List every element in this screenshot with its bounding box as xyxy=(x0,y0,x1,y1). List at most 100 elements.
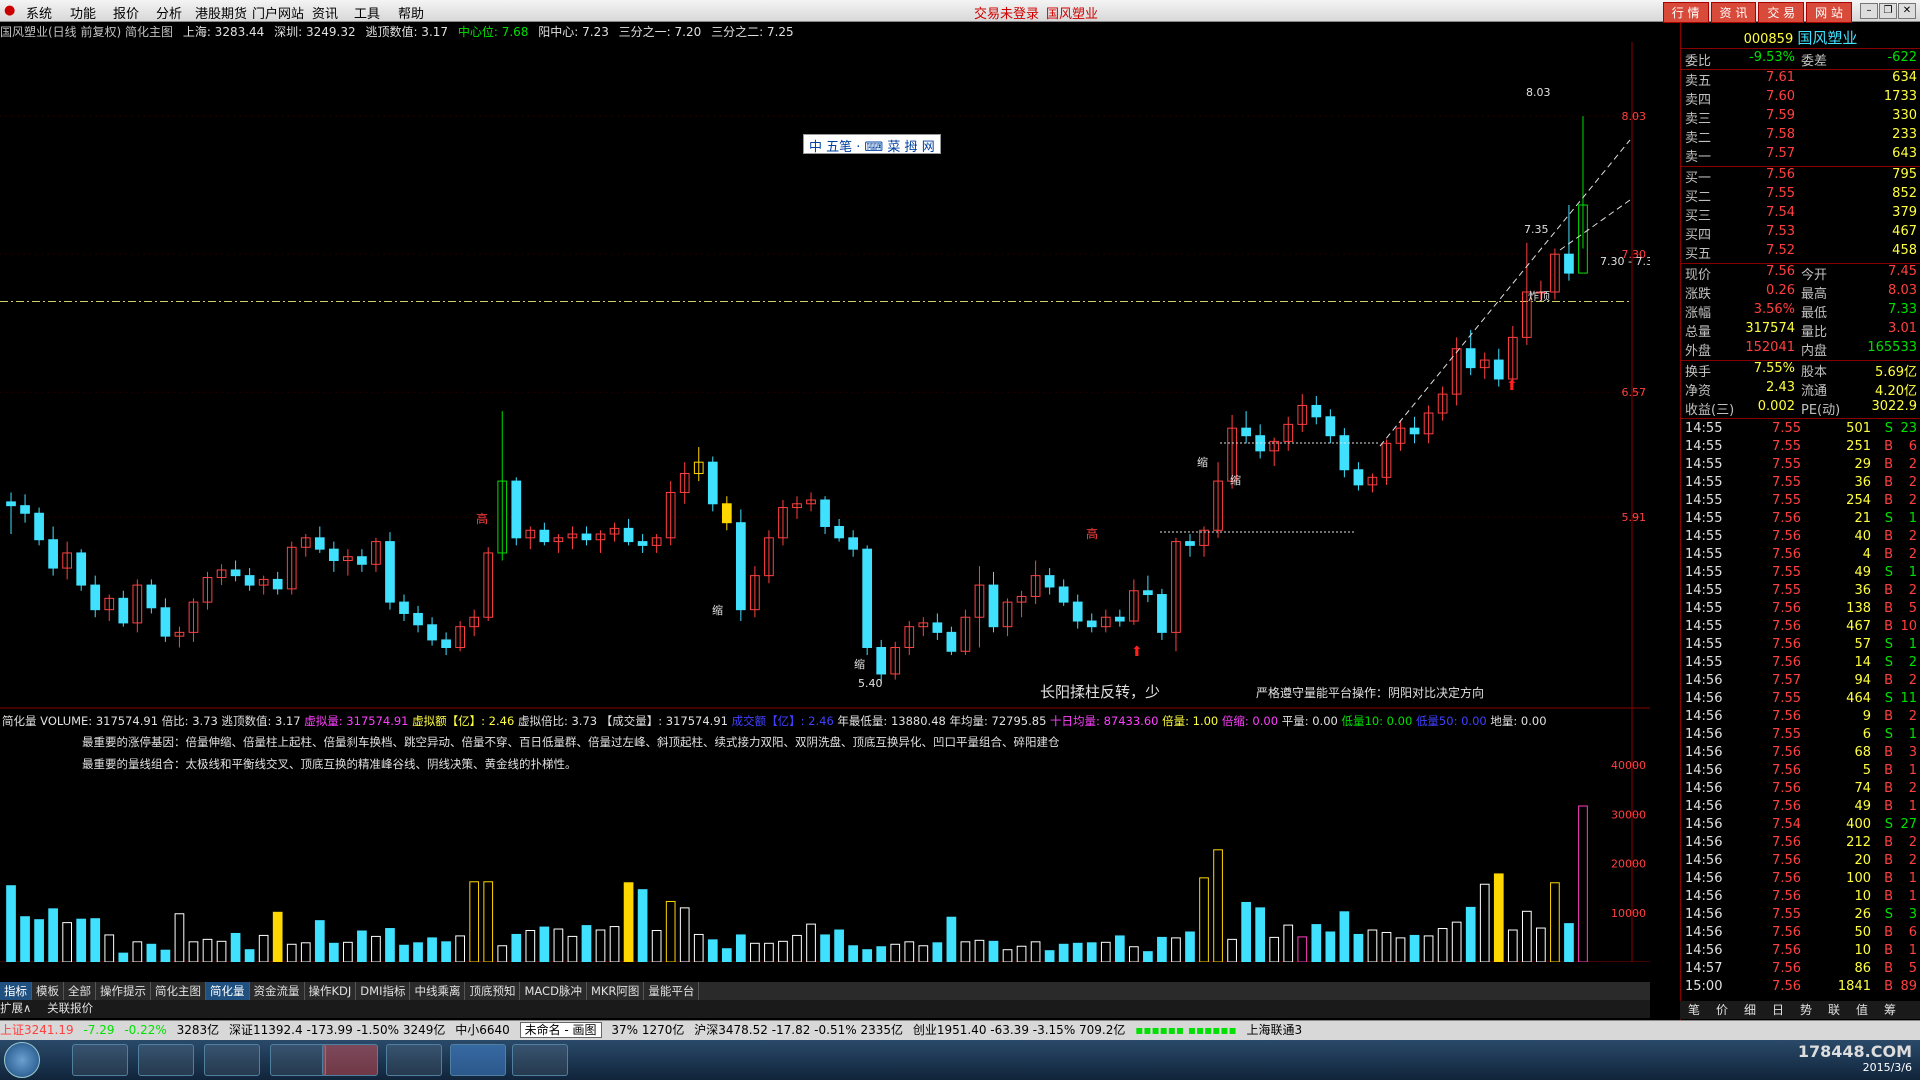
tab-all[interactable]: 全部 xyxy=(64,982,96,1000)
folder-icon[interactable] xyxy=(270,1044,326,1076)
quote-panel-tab[interactable]: 势 xyxy=(1792,1001,1820,1018)
quote-row[interactable]: 涨幅 3.56% 最低 7.33 xyxy=(1681,302,1920,321)
tab-fund-flow[interactable]: 资金流量 xyxy=(250,982,305,1000)
close-icon[interactable]: ✕ xyxy=(1898,3,1916,19)
restore-icon[interactable]: ❐ xyxy=(1879,3,1897,19)
clock[interactable]: 2015/3/6 xyxy=(1798,1061,1912,1074)
paint-icon[interactable] xyxy=(512,1044,568,1076)
tab-simple-main[interactable]: 简化主图 xyxy=(151,982,206,1000)
tab-macd[interactable]: MACD脉冲 xyxy=(520,982,587,1000)
buy-row[interactable]: 买一 7.56 795 xyxy=(1681,167,1920,186)
tick-row[interactable]: 14:55 7.55 36 B 2 xyxy=(1681,475,1920,493)
ie-icon[interactable] xyxy=(72,1044,128,1076)
kline-chart[interactable]: 8.037.306.575.91400003000020000100002014… xyxy=(0,42,1650,962)
news-button[interactable]: 资 讯 xyxy=(1710,2,1757,23)
tick-row[interactable]: 14:57 7.56 86 B 5 xyxy=(1681,961,1920,979)
tick-row[interactable]: 14:55 7.56 57 S 1 xyxy=(1681,637,1920,655)
tick-row[interactable]: 14:56 7.56 10 B 1 xyxy=(1681,889,1920,907)
trade-button[interactable]: 交 易 xyxy=(1758,2,1805,23)
tab-dmi[interactable]: DMI指标 xyxy=(356,982,411,1000)
tick-row[interactable]: 14:55 7.55 251 B 6 xyxy=(1681,439,1920,457)
tick-row[interactable]: 14:56 7.56 68 B 3 xyxy=(1681,745,1920,763)
tick-row[interactable]: 14:56 7.56 10 B 1 xyxy=(1681,943,1920,961)
status-zx[interactable]: 中小6640 xyxy=(455,1023,510,1037)
stock-app-icon[interactable] xyxy=(450,1044,506,1076)
quote-panel-tab[interactable]: 筹 xyxy=(1876,1001,1904,1018)
website-button[interactable]: 网 站 xyxy=(1806,2,1852,23)
camera-icon[interactable] xyxy=(138,1044,194,1076)
ime-toolbar[interactable]: 中 五笔 · ⌨ 菜 拇 网 xyxy=(803,134,941,155)
tick-row[interactable]: 14:56 7.56 20 B 2 xyxy=(1681,853,1920,871)
menu-item-help[interactable]: 帮助 xyxy=(398,3,424,22)
tick-row[interactable]: 14:55 7.56 40 B 2 xyxy=(1681,529,1920,547)
buy-row[interactable]: 买四 7.53 467 xyxy=(1681,224,1920,243)
tick-row[interactable]: 14:56 7.56 212 B 2 xyxy=(1681,835,1920,853)
tab-op-hint[interactable]: 操作提示 xyxy=(96,982,151,1000)
bank-app-icon[interactable] xyxy=(322,1044,378,1076)
tab-midline[interactable]: 中线乘离 xyxy=(410,982,466,1000)
status-sz[interactable]: 深证11392.4 -173.99 -1.50% 3249亿 xyxy=(229,1023,445,1037)
related-quote-button[interactable]: 关联报价 xyxy=(47,1001,93,1015)
calculator-icon[interactable] xyxy=(386,1044,442,1076)
minimize-icon[interactable]: – xyxy=(1860,3,1878,19)
tick-row[interactable]: 14:56 7.56 100 B 1 xyxy=(1681,871,1920,889)
status-paint-window[interactable]: 未命名 - 画图 xyxy=(519,1022,602,1038)
sell-row[interactable]: 卖三 7.59 330 xyxy=(1681,108,1920,127)
tick-row[interactable]: 14:55 7.55 49 S 1 xyxy=(1681,565,1920,583)
tick-row[interactable]: 14:56 7.56 49 B 1 xyxy=(1681,799,1920,817)
tick-row[interactable]: 14:55 7.55 254 B 2 xyxy=(1681,493,1920,511)
menu-item-system[interactable]: 系统 xyxy=(26,3,52,22)
quote-row[interactable]: 涨跌 0.26 最高 8.03 xyxy=(1681,283,1920,302)
quote-panel-tab[interactable]: 联 xyxy=(1820,1001,1848,1018)
quote-row[interactable]: 现价 7.56 今开 7.45 xyxy=(1681,264,1920,283)
tab-indicator[interactable]: 指标 xyxy=(0,982,32,1000)
menu-item-portal[interactable]: 门户网站 xyxy=(252,3,304,22)
app-icon[interactable]: ● xyxy=(4,3,15,18)
menu-item-analysis[interactable]: 分析 xyxy=(156,3,182,22)
menu-item-news[interactable]: 资讯 xyxy=(312,3,338,22)
start-button-icon[interactable] xyxy=(4,1042,40,1078)
login-alert[interactable]: 交易未登录 xyxy=(974,3,1039,22)
expand-button[interactable]: 扩展∧ xyxy=(0,1001,31,1015)
tick-row[interactable]: 14:55 7.56 4 B 2 xyxy=(1681,547,1920,565)
tick-row[interactable]: 14:56 7.56 74 B 2 xyxy=(1681,781,1920,799)
tick-row[interactable]: 14:56 7.55 6 S 1 xyxy=(1681,727,1920,745)
quote-row[interactable]: 总量 317574 量比 3.01 xyxy=(1681,321,1920,340)
sell-row[interactable]: 卖四 7.60 1733 xyxy=(1681,89,1920,108)
tab-volume-platform[interactable]: 量能平台 xyxy=(644,982,700,1000)
status-hs[interactable]: 沪深3478.52 -17.82 -0.51% 2335亿 xyxy=(694,1023,903,1037)
quote-panel-tab[interactable]: 值 xyxy=(1848,1001,1876,1018)
buy-row[interactable]: 买三 7.54 379 xyxy=(1681,205,1920,224)
tick-row[interactable]: 14:56 7.56 5 B 1 xyxy=(1681,763,1920,781)
menu-item-tools[interactable]: 工具 xyxy=(354,3,380,22)
buy-row[interactable]: 买二 7.55 852 xyxy=(1681,186,1920,205)
status-cy[interactable]: 创业1951.40 -63.39 -3.15% 709.2亿 xyxy=(913,1023,1126,1037)
quote-panel-tab[interactable]: 价 xyxy=(1708,1001,1736,1018)
sell-row[interactable]: 卖一 7.57 643 xyxy=(1681,146,1920,165)
menu-item-function[interactable]: 功能 xyxy=(70,3,96,22)
tick-row[interactable]: 14:55 7.56 14 S 2 xyxy=(1681,655,1920,673)
status-sh[interactable]: 上证3241.19 xyxy=(0,1023,74,1037)
buy-row[interactable]: 买五 7.52 458 xyxy=(1681,243,1920,262)
tick-row[interactable]: 14:56 7.55 464 S 11 xyxy=(1681,691,1920,709)
tick-row[interactable]: 14:55 7.56 467 B 10 xyxy=(1681,619,1920,637)
tick-row[interactable]: 14:55 7.55 501 S 23 xyxy=(1681,421,1920,439)
tick-row[interactable]: 14:56 7.55 26 S 3 xyxy=(1681,907,1920,925)
tick-row[interactable]: 14:56 7.56 50 B 6 xyxy=(1681,925,1920,943)
tick-row[interactable]: 14:56 7.57 94 B 2 xyxy=(1681,673,1920,691)
quote-panel-tab[interactable]: 细 xyxy=(1736,1001,1764,1018)
ie-icon-2[interactable] xyxy=(204,1044,260,1076)
tick-row[interactable]: 14:56 7.56 9 B 2 xyxy=(1681,709,1920,727)
quote-panel-tab[interactable]: 笔 xyxy=(1680,1001,1708,1018)
tab-mkr[interactable]: MKR阿图 xyxy=(587,982,645,1000)
tick-row[interactable]: 14:55 7.55 29 B 2 xyxy=(1681,457,1920,475)
extra-row[interactable]: 收益(三) 0.002 PE(动) 3022.9 xyxy=(1681,399,1920,418)
tab-top-bottom[interactable]: 顶底预知 xyxy=(465,982,521,1000)
sell-row[interactable]: 卖五 7.61 634 xyxy=(1681,70,1920,89)
quote-button[interactable]: 行 情 xyxy=(1662,2,1709,23)
tick-row[interactable]: 14:55 7.56 138 B 5 xyxy=(1681,601,1920,619)
tick-row[interactable]: 14:56 7.54 400 S 27 xyxy=(1681,817,1920,835)
sell-row[interactable]: 卖二 7.58 233 xyxy=(1681,127,1920,146)
quote-row[interactable]: 外盘 152041 内盘 165533 xyxy=(1681,340,1920,359)
tick-row[interactable]: 15:00 7.56 1841 B 89 xyxy=(1681,979,1920,997)
